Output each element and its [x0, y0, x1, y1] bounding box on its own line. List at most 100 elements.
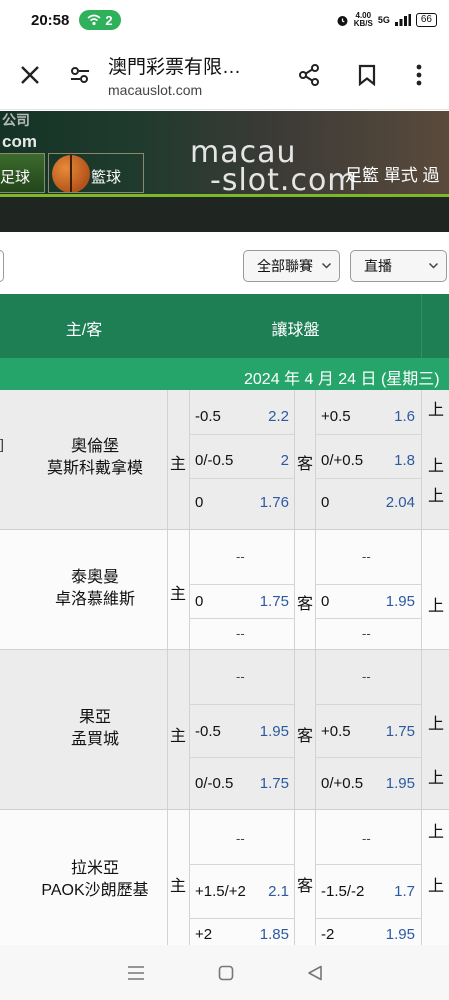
close-button[interactable] [10, 55, 50, 95]
home-handicap: 0 [195, 494, 204, 511]
over-label: 上 [428, 770, 445, 787]
alarm-icon [337, 15, 348, 26]
page-title-block[interactable]: 澳門彩票有限… macauslot.com [100, 52, 289, 98]
system-nav-bar [0, 945, 449, 1000]
home-odds[interactable]: 2.2 [240, 408, 289, 425]
tab-basketball[interactable]: 籃球 [48, 153, 144, 193]
home-handicap: 0/-0.5 [195, 452, 234, 469]
away-odds[interactable]: 1.75 [366, 723, 415, 740]
network-type: 5G [377, 15, 390, 25]
away-odds[interactable]: 1.95 [366, 926, 415, 943]
home-handicap: -0.5 [195, 408, 221, 425]
away-marker: 客 [297, 728, 314, 745]
home-odds[interactable]: 1.95 [240, 723, 289, 740]
away-odds[interactable]: 1.7 [366, 883, 415, 900]
away-handicap: +0.5 [321, 723, 351, 740]
page-url: macauslot.com [108, 81, 203, 98]
match-row: 泰奧曼 卓洛慕維斯 主 客 -- -- 0 1.75 0 1.95 -- -- … [0, 530, 449, 650]
match-teams: 奧倫堡 莫斯科戴拿模 [20, 436, 170, 480]
home-marker: 主 [170, 586, 187, 603]
match-row: 拉米亞 PAOK沙朗歷基 主 客 -- -- +1.5/+2 2.1 -1.5/… [0, 810, 449, 945]
home-team: 泰奧曼 [70, 569, 119, 586]
banner-menu[interactable]: 足籃 單式 過 [345, 161, 439, 186]
match-teams: 果亞 孟買城 [20, 707, 170, 751]
away-odds[interactable]: 1.6 [366, 408, 415, 425]
empty-odds: -- [236, 831, 245, 846]
date-band: 2024 年 4 月 24 日 (星期三) [0, 358, 449, 390]
home-team: 奧倫堡 [70, 438, 119, 455]
away-odds[interactable]: 1.95 [366, 593, 415, 610]
more-vertical-icon [416, 64, 422, 85]
table-header: 主/客 讓球盤 [0, 294, 449, 358]
col-handicap: 讓球盤 [271, 322, 320, 339]
away-handicap: +0.5 [321, 408, 351, 425]
away-odds[interactable]: 1.95 [366, 775, 415, 792]
away-odds[interactable]: 1.8 [366, 452, 415, 469]
net-speed: 4.00 KB/S [353, 11, 373, 28]
away-handicap: 0 [321, 593, 330, 610]
over-label: 上 [428, 458, 445, 475]
share-icon [299, 63, 319, 86]
away-team: PAOK沙朗歷基 [41, 882, 149, 899]
match-teams: 泰奧曼 卓洛慕維斯 [20, 567, 170, 611]
home-odds[interactable]: 2 [240, 452, 289, 469]
col-teams: 主/客 [65, 322, 103, 339]
home-marker: 主 [170, 456, 187, 473]
mode-select[interactable]: 直播 [350, 250, 447, 282]
hotspot-badge: 2 [79, 10, 121, 30]
site-logo[interactable]: 公司 com [2, 111, 37, 151]
home-odds[interactable]: 1.76 [240, 494, 289, 511]
over-label: 上 [428, 598, 445, 615]
over-label: 上 [428, 878, 445, 895]
tab-football[interactable]: 足球 [0, 153, 45, 193]
away-team: 莫斯科戴拿模 [46, 460, 143, 477]
recent-apps-button[interactable] [127, 965, 145, 981]
league-select[interactable]: 全部聯賽 [243, 250, 340, 282]
home-odds[interactable]: 2.1 [240, 883, 289, 900]
over-label: 上 [428, 716, 445, 733]
match-date: 2024 年 4 月 24 日 (星期三) [244, 371, 440, 388]
away-handicap: 0 [321, 494, 330, 511]
home-odds[interactable]: 1.85 [240, 926, 289, 943]
away-marker: 客 [297, 456, 314, 473]
tune-icon [71, 66, 89, 83]
clock: 20:58 [31, 11, 70, 29]
empty-odds: -- [362, 831, 371, 846]
home-odds[interactable]: 1.75 [240, 593, 289, 610]
empty-odds: -- [236, 626, 245, 641]
home-odds[interactable]: 1.75 [240, 775, 289, 792]
away-team: 孟買城 [70, 731, 119, 748]
hotspot-count: 2 [105, 12, 113, 28]
more-menu-button[interactable] [399, 55, 439, 95]
away-odds[interactable]: 2.04 [366, 494, 415, 511]
away-handicap: -1.5/-2 [321, 883, 365, 900]
away-team: 卓洛慕維斯 [54, 591, 135, 608]
header-divider [421, 294, 422, 358]
match-row: 果亞 孟買城 主 客 -- -- -0.5 1.95 +0.5 1.75 0/-… [0, 650, 449, 810]
home-handicap: +2 [195, 926, 213, 943]
match-row: ] 奧倫堡 莫斯科戴拿模 主 客 -0.5 2.2 +0.5 1.6 0/-0.… [0, 390, 449, 530]
home-team: 拉米亞 [70, 860, 119, 877]
away-handicap: -2 [321, 926, 335, 943]
bookmark-icon [358, 64, 376, 86]
home-handicap: 0 [195, 593, 204, 610]
away-handicap: 0/+0.5 [321, 452, 364, 469]
home-marker: 主 [170, 878, 187, 895]
back-button[interactable] [307, 965, 323, 981]
home-handicap: -0.5 [195, 723, 221, 740]
empty-odds: -- [362, 626, 371, 641]
over-label: 上 [428, 402, 445, 419]
away-handicap: 0/+0.5 [321, 775, 364, 792]
wifi-hotspot-icon [87, 14, 101, 26]
over-label: 上 [428, 824, 445, 841]
bookmark-button[interactable] [347, 55, 387, 95]
home-marker: 主 [170, 728, 187, 745]
share-button[interactable] [289, 55, 329, 95]
filter-stub[interactable] [0, 250, 4, 282]
home-handicap: 0/-0.5 [195, 775, 234, 792]
home-button[interactable] [218, 965, 234, 981]
brand-logo: macau -slot.com [190, 135, 358, 197]
chevron-down-icon [321, 262, 332, 269]
site-settings-button[interactable] [60, 55, 100, 95]
status-bar: 20:58 2 4.00 KB/S 5G 66 [0, 0, 449, 40]
